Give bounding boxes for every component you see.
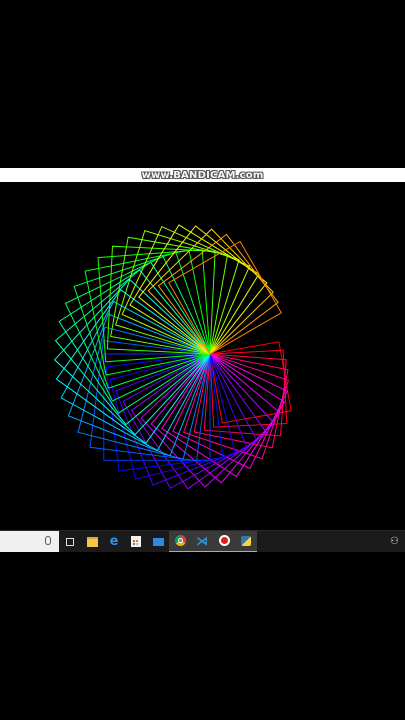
people-icon[interactable]: ⚇ <box>390 536 399 547</box>
microphone-icon[interactable] <box>45 535 51 545</box>
record-icon[interactable] <box>213 530 235 553</box>
mail-icon[interactable] <box>147 531 169 553</box>
edge-browser-icon[interactable]: e <box>103 531 125 553</box>
spiral-square <box>115 353 248 486</box>
vscode-icon[interactable]: ⋊ <box>191 530 213 553</box>
bandicam-watermark-bar: www.BANDICAM.com <box>0 168 405 182</box>
bandicam-watermark-text: www.BANDICAM.com <box>141 169 264 181</box>
python-icon[interactable] <box>235 530 257 553</box>
spiral-drawing <box>53 224 292 490</box>
taskbar-search-box[interactable] <box>0 530 59 553</box>
spiral-square <box>103 353 211 461</box>
windows-taskbar: e ⋊ ⚇ <box>0 530 405 553</box>
store-icon[interactable] <box>125 531 147 553</box>
file-explorer-icon[interactable] <box>81 531 103 553</box>
drawing-canvas <box>0 182 405 530</box>
system-tray: ⚇ <box>390 536 405 547</box>
task-view-icon[interactable] <box>59 531 81 553</box>
chrome-icon[interactable] <box>169 530 191 553</box>
bottom-letterbox <box>0 552 405 720</box>
